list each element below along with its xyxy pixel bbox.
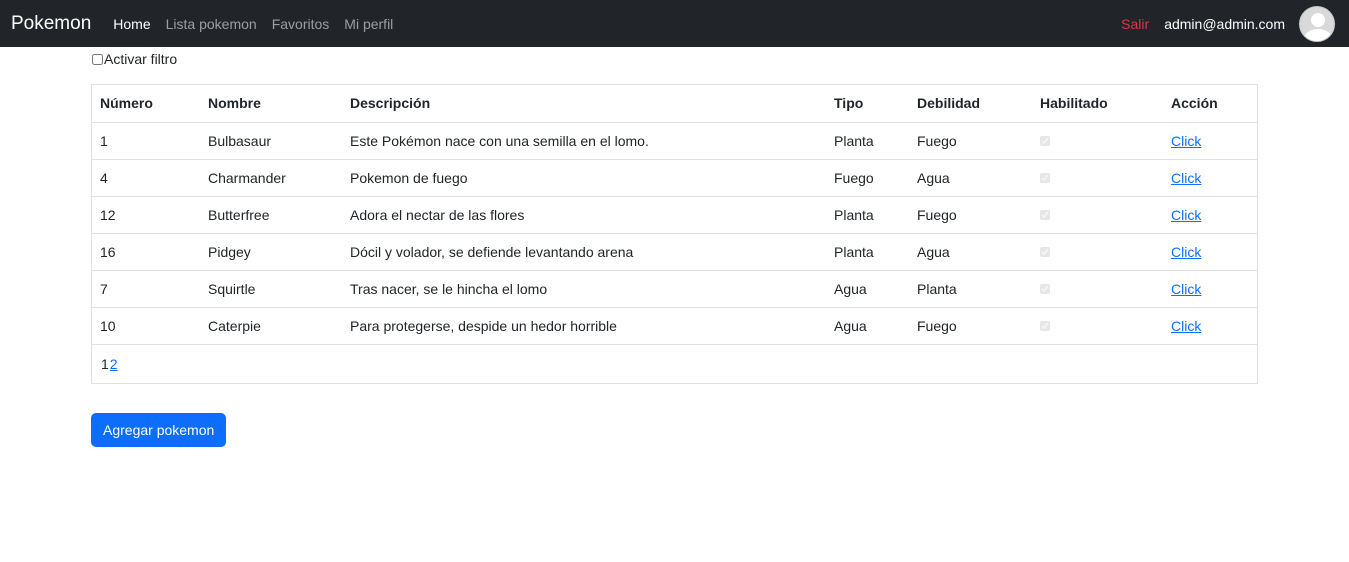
cell-descripcion: Adora el nectar de las flores	[350, 206, 525, 223]
header-debilidad: Debilidad	[917, 95, 981, 112]
cell-descripcion: Para protegerse, despide un hedor horrib…	[350, 317, 617, 334]
page-link-2[interactable]: 2	[110, 356, 118, 372]
table-row: 1 Bulbasaur Este Pokémon nace con una se…	[92, 122, 1257, 159]
cell-descripcion: Pokemon de fuego	[350, 169, 468, 186]
nav-right: Salir admin@admin.com	[1121, 0, 1335, 47]
table-row: 4 Charmander Pokemon de fuego Fuego Agua…	[92, 159, 1257, 196]
cell-accion: Click	[1163, 196, 1257, 233]
header-numero: Número	[100, 95, 153, 112]
action-click-link[interactable]: Click	[1171, 133, 1201, 149]
user-avatar-icon[interactable]	[1299, 5, 1335, 42]
action-click-link[interactable]: Click	[1171, 244, 1201, 260]
cell-debilidad: Agua	[917, 169, 950, 186]
cell-debilidad: Fuego	[917, 317, 957, 334]
cell-habilitado	[1032, 270, 1163, 307]
table-row: 12 Butterfree Adora el nectar de las flo…	[92, 196, 1257, 233]
cell-habilitado	[1032, 233, 1163, 270]
cell-tipo: Agua	[834, 317, 867, 334]
habilitado-checkbox	[1040, 172, 1050, 183]
nav-link-favoritos[interactable]: Favoritos	[272, 16, 330, 32]
header-descripcion: Descripción	[350, 95, 431, 112]
filter-checkbox[interactable]	[92, 53, 103, 65]
main-container: Activar filtro Número Nombre Descripción…	[91, 47, 1258, 447]
cell-tipo: Planta	[834, 206, 874, 223]
cell-debilidad: Planta	[917, 280, 957, 297]
table-header-row: Número Nombre Descripción Tipo Debilidad…	[92, 85, 1257, 122]
cell-nombre: Bulbasaur	[208, 132, 272, 149]
cell-descripcion: Este Pokémon nace con una semilla en el …	[350, 132, 649, 149]
cell-descripcion: Dócil y volador, se defiende levantando …	[350, 243, 634, 260]
habilitado-checkbox	[1040, 283, 1050, 294]
action-click-link[interactable]: Click	[1171, 318, 1201, 334]
cell-numero: 12	[100, 206, 116, 223]
table-row: 10 Caterpie Para protegerse, despide un …	[92, 307, 1257, 344]
cell-nombre: Squirtle	[208, 280, 256, 297]
cell-numero: 16	[100, 243, 116, 260]
cell-accion: Click	[1163, 122, 1257, 159]
pokemon-table: Número Nombre Descripción Tipo Debilidad…	[92, 85, 1257, 344]
cell-debilidad: Fuego	[917, 206, 957, 223]
cell-descripcion: Tras nacer, se le hincha el lomo	[350, 280, 548, 297]
cell-numero: 4	[100, 169, 108, 186]
habilitado-checkbox	[1040, 209, 1050, 220]
header-habilitado: Habilitado	[1040, 95, 1108, 112]
action-click-link[interactable]: Click	[1171, 281, 1201, 297]
cell-numero: 10	[100, 317, 116, 334]
action-click-link[interactable]: Click	[1171, 207, 1201, 223]
filter-label: Activar filtro	[104, 51, 178, 67]
cell-habilitado	[1032, 307, 1163, 344]
table-row: 16 Pidgey Dócil y volador, se defiende l…	[92, 233, 1257, 270]
user-email: admin@admin.com	[1164, 15, 1285, 32]
cell-nombre: Butterfree	[208, 206, 270, 223]
nav-link-home[interactable]: Home	[113, 16, 150, 32]
pokemon-table-card: Número Nombre Descripción Tipo Debilidad…	[91, 84, 1258, 384]
action-click-link[interactable]: Click	[1171, 170, 1201, 186]
cell-habilitado	[1032, 159, 1163, 196]
habilitado-checkbox	[1040, 320, 1050, 331]
cell-accion: Click	[1163, 270, 1257, 307]
cell-nombre: Charmander	[208, 169, 286, 186]
pagination: 1 2	[92, 344, 1257, 383]
navbar-brand[interactable]: Pokemon	[11, 13, 91, 35]
cell-tipo: Planta	[834, 243, 874, 260]
habilitado-checkbox	[1040, 135, 1050, 146]
cell-tipo: Planta	[834, 132, 874, 149]
add-pokemon-button[interactable]: Agregar pokemon	[91, 413, 227, 447]
cell-accion: Click	[1163, 159, 1257, 196]
nav-link-lista-pokemon[interactable]: Lista pokemon	[166, 16, 257, 32]
navbar: Pokemon Home Lista pokemon Favoritos Mi …	[0, 0, 1349, 47]
page-current: 1	[101, 356, 109, 372]
cell-nombre: Pidgey	[208, 243, 251, 260]
cell-accion: Click	[1163, 307, 1257, 344]
nav-links: Home Lista pokemon Favoritos Mi perfil	[113, 16, 393, 32]
cell-habilitado	[1032, 122, 1163, 159]
avatar-head	[1311, 12, 1325, 27]
avatar-body	[1304, 28, 1332, 41]
cell-debilidad: Fuego	[917, 132, 957, 149]
table-row: 7 Squirtle Tras nacer, se le hincha el l…	[92, 270, 1257, 307]
nav-link-mi-perfil[interactable]: Mi perfil	[344, 16, 393, 32]
header-tipo: Tipo	[834, 95, 864, 112]
cell-debilidad: Agua	[917, 243, 950, 260]
cell-accion: Click	[1163, 233, 1257, 270]
header-accion: Acción	[1171, 95, 1218, 112]
cell-habilitado	[1032, 196, 1163, 233]
logout-link[interactable]: Salir	[1121, 16, 1149, 32]
filter-toggle[interactable]: Activar filtro	[91, 47, 1258, 71]
header-nombre: Nombre	[208, 95, 261, 112]
cell-nombre: Caterpie	[208, 317, 261, 334]
cell-tipo: Fuego	[834, 169, 874, 186]
cell-numero: 1	[100, 132, 108, 149]
cell-tipo: Agua	[834, 280, 867, 297]
cell-numero: 7	[100, 280, 108, 297]
habilitado-checkbox	[1040, 246, 1050, 257]
